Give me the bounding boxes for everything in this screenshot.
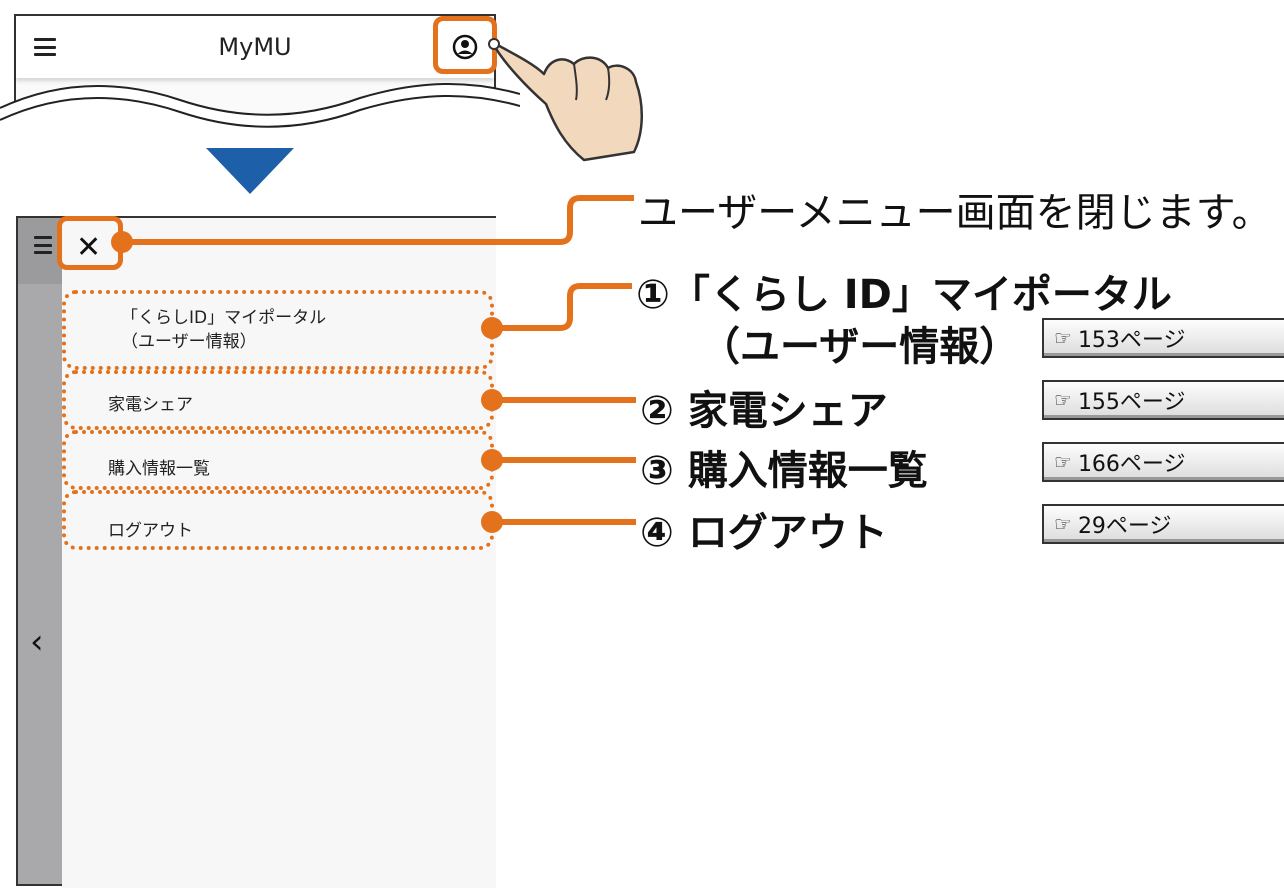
reference-pointer-icon: ☞: [1054, 450, 1072, 474]
page-ref-153[interactable]: ☞ 153ページ: [1042, 318, 1284, 358]
callout-2-title: ② 家電シェア: [640, 378, 888, 436]
page-ref-166[interactable]: ☞ 166ページ: [1042, 442, 1284, 482]
callout-4-title: ④ ログアウト: [640, 500, 888, 558]
page-ref-label: 29ページ: [1077, 514, 1172, 539]
page-ref-label: 155ページ: [1077, 390, 1186, 415]
reference-pointer-icon: ☞: [1054, 388, 1072, 412]
callout-1-title: ①「くらし ID」マイポータル: [636, 262, 1172, 320]
callout-3-label: 購入情報一覧: [687, 448, 928, 494]
callout-1-number: ①: [636, 272, 670, 318]
callout-2-label: 家電シェア: [687, 388, 888, 434]
callout-1-label-line1: 「くらし ID」マイポータル: [669, 272, 1172, 318]
callout-2-number: ②: [640, 388, 674, 434]
page-ref-label: 166ページ: [1077, 452, 1186, 477]
reference-pointer-icon: ☞: [1054, 326, 1072, 350]
callout-3-title: ③ 購入情報一覧: [640, 438, 928, 496]
callout-4-label: ログアウト: [687, 510, 888, 556]
reference-pointer-icon: ☞: [1054, 512, 1072, 536]
page-ref-29[interactable]: ☞ 29ページ: [1042, 504, 1284, 544]
page-ref-155[interactable]: ☞ 155ページ: [1042, 380, 1284, 420]
close-callout-text: ユーザーメニュー画面を閉じます。: [638, 190, 1272, 236]
callout-1-label-line2: （ユーザー情報）: [700, 324, 1020, 370]
callout-3-number: ③: [640, 448, 674, 494]
page-ref-label: 153ページ: [1077, 328, 1186, 353]
callout-4-number: ④: [640, 510, 674, 556]
